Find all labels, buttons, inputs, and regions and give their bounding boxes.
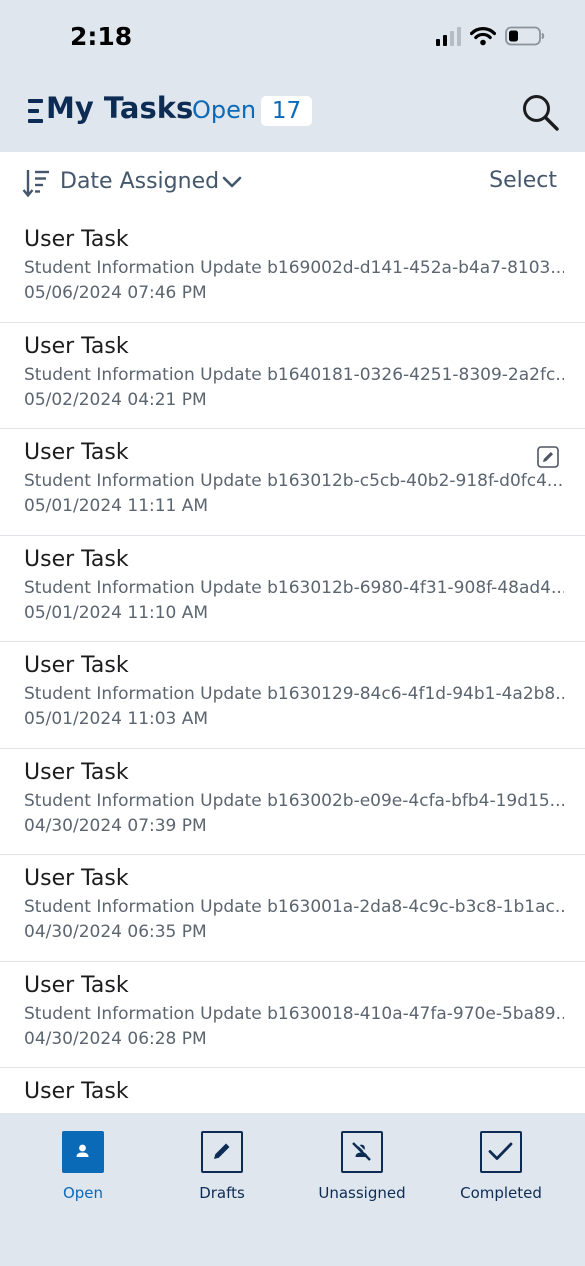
task-date: 05/06/2024 07:46 PM (24, 283, 207, 303)
tab-label: Completed (460, 1184, 542, 1202)
task-title: User Task (24, 227, 129, 252)
wifi-icon (470, 27, 496, 46)
search-icon[interactable] (520, 92, 560, 132)
task-description: Student Information Update b1630018-410a… (24, 1003, 564, 1024)
task-date: 05/01/2024 11:11 AM (24, 496, 209, 516)
task-title: User Task (24, 759, 129, 785)
sort-descending-icon[interactable] (22, 168, 50, 198)
task-row[interactable]: User Task Student Information Update b16… (0, 536, 585, 642)
task-description: Student Information Update b163002b-e09e… (24, 790, 564, 811)
task-date: 04/30/2024 06:35 PM (24, 922, 207, 942)
status-time: 2:18 (70, 22, 133, 51)
tab-unassigned[interactable]: Unassigned (297, 1131, 427, 1202)
tab-label: Open (62, 1184, 104, 1202)
task-description: Student Information Update b1640181-0326… (24, 364, 564, 385)
task-row[interactable]: User Task Student Information Update b16… (0, 323, 585, 429)
menu-icon[interactable] (28, 99, 44, 123)
task-description: Student Information Update b1630129-84c6… (24, 684, 564, 704)
battery-icon (505, 26, 545, 46)
task-row[interactable]: User Task Student Information Update b16… (0, 855, 585, 962)
task-list: User Task Student Information Update b16… (0, 216, 585, 1113)
task-title: User Task (24, 440, 129, 465)
task-description: Student Information Update b169002d-d141… (24, 258, 564, 278)
tab-label: Drafts (199, 1184, 245, 1202)
task-title: User Task (24, 546, 129, 572)
filter-label: Open (192, 96, 257, 124)
unassigned-person-icon (341, 1131, 383, 1173)
task-title: User Task (24, 1079, 129, 1104)
select-button[interactable]: Select (489, 168, 557, 193)
task-date: 04/30/2024 07:39 PM (24, 815, 207, 836)
task-row[interactable]: User Task Student Information Update b16… (0, 962, 585, 1068)
app-header: My Tasks Open 17 (0, 78, 585, 152)
task-row[interactable]: User Task (0, 1068, 585, 1113)
tab-completed[interactable]: Completed (436, 1131, 566, 1202)
checkmark-icon (480, 1131, 522, 1173)
task-row[interactable]: User Task Student Information Update b16… (0, 429, 585, 536)
tab-bar: Open Drafts Unassigned Completed (0, 1113, 585, 1266)
draft-edit-icon (537, 446, 559, 468)
cellular-signal-icon (436, 26, 461, 46)
status-bar: 2:18 (0, 0, 585, 78)
person-icon (62, 1131, 104, 1173)
task-title: User Task (24, 653, 129, 678)
task-count-badge: 17 (261, 96, 312, 126)
task-date: 05/01/2024 11:10 AM (24, 602, 209, 623)
task-description: Student Information Update b163012b-c5cb… (24, 471, 564, 491)
sort-bar: Date Assigned Select (0, 152, 585, 216)
task-date: 05/01/2024 11:03 AM (24, 709, 209, 729)
tab-label: Unassigned (318, 1184, 406, 1202)
task-title: User Task (24, 333, 129, 359)
task-row[interactable]: User Task Student Information Update b16… (0, 216, 585, 323)
tab-open[interactable]: Open (18, 1131, 148, 1202)
task-date: 05/02/2024 04:21 PM (24, 389, 207, 410)
task-description: Student Information Update b163001a-2da8… (24, 897, 564, 917)
chevron-down-icon[interactable] (222, 174, 242, 190)
task-description: Student Information Update b163012b-6980… (24, 577, 564, 598)
page-title: My Tasks (46, 91, 194, 125)
task-date: 04/30/2024 06:28 PM (24, 1028, 207, 1049)
status-icons (436, 26, 545, 46)
task-row[interactable]: User Task Student Information Update b16… (0, 749, 585, 855)
task-row[interactable]: User Task Student Information Update b16… (0, 642, 585, 749)
sort-field-label[interactable]: Date Assigned (60, 169, 219, 194)
tab-drafts[interactable]: Drafts (157, 1131, 287, 1202)
task-title: User Task (24, 972, 129, 998)
task-title: User Task (24, 866, 129, 891)
pencil-icon (201, 1131, 243, 1173)
